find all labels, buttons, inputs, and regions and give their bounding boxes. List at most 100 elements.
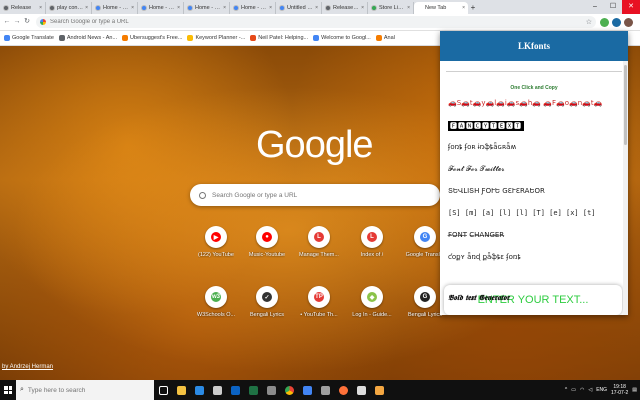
popup-scrollbar[interactable] [623,61,628,315]
close-tab-icon[interactable]: × [223,5,226,11]
vscode-icon[interactable] [190,380,208,400]
google-icon [40,19,46,25]
battery-icon[interactable]: ▭ [571,387,576,393]
font-style-item[interactable]: 🚗S🚗t🚗y🚗l🚗i🚗s🚗h🚗 🚗F🚗o🚗n🚗t🚗 [448,99,602,107]
tab-label: Store Listing [379,5,405,11]
bookmark-item[interactable]: Neil Patel: Helping... [250,35,308,41]
task-view-icon[interactable] [154,380,172,400]
font-style-item[interactable]: F̶O̶N̶T̶ C̶H̶A̶N̶G̶E̶R̶ [448,231,504,239]
browser-tab[interactable]: Untitled do × [276,2,322,14]
new-tab-button[interactable]: + [468,2,478,14]
shortcut-tile[interactable]: TP • YouTube Th... [293,286,345,318]
firefox-icon[interactable] [334,380,352,400]
scrollbar-thumb[interactable] [624,65,627,145]
wifi-icon[interactable]: ◠ [580,387,584,393]
back-icon[interactable]: ← [2,16,12,28]
browser-tab[interactable]: Home - Co × [138,2,184,14]
close-tab-icon[interactable]: × [462,5,465,11]
bookmark-star-icon[interactable]: ☆ [586,18,592,26]
bookmark-favicon [58,35,65,41]
shortcut-label: Google Transl... [405,252,445,258]
clock-date: 17-07-2 [611,390,629,396]
close-tab-icon[interactable]: × [407,5,410,11]
app-icon[interactable] [316,380,334,400]
mail-icon[interactable] [226,380,244,400]
app-icon[interactable] [262,380,280,400]
bookmark-item[interactable]: Android News - An... [58,35,117,41]
bold-text-generator-link[interactable]: 𝕭𝖔𝖑𝖉 𝖙𝖊𝖝𝖙 𝕲𝖊𝖓𝖊𝖗𝖆𝖙𝖔𝖗 [448,293,509,303]
browser-tab[interactable]: Home - Co × [184,2,230,14]
forward-icon[interactable]: → [12,16,22,28]
tab-favicon [279,5,285,11]
notification-icon[interactable]: ▤ [632,387,637,393]
shortcut-tile[interactable]: ▶ (122) YouTube [190,226,242,258]
bookmark-item[interactable]: Keyword Planner -... [187,35,245,41]
tab-favicon [371,5,377,11]
close-tab-icon[interactable]: × [177,5,180,11]
bookmark-item[interactable]: Welcome to Googl... [313,35,371,41]
app-icon[interactable] [370,380,388,400]
photo-credit-link[interactable]: by Andrzej Herman [2,364,53,370]
shortcut-tile[interactable]: ◆ Log In - Guide... [346,286,398,318]
close-tab-icon[interactable]: × [269,5,272,11]
font-style-item[interactable]: [S] [m] [a] [l] [l] [T] [e] [x] [t] [448,209,596,217]
font-style-item[interactable]: 🅵🅰🅽🅲🆈🆃🅴🆇🆃 [448,121,524,131]
shortcut-tile[interactable]: ✓ Bengali Lyrics [241,286,293,318]
font-style-item[interactable]: ʄօռȶ ʄօʀ ɨռֆȶǟɢʀǟʍ [448,143,516,151]
store-icon[interactable] [208,380,226,400]
bookmark-label: Anal [383,35,395,41]
taskbar-search-input[interactable] [27,386,138,394]
excel-icon[interactable] [244,380,262,400]
font-style-item[interactable]: ƈօքʏ ǟռɖ քǟֆȶɛ ʄօռȶ [448,253,521,261]
shortcut-tile[interactable]: w3 W3Schools O... [190,286,242,318]
close-tab-icon[interactable]: × [361,5,364,11]
browser-tab[interactable]: Store Listing× [368,2,414,14]
volume-icon[interactable]: ◁ [588,387,592,393]
search-icon: ⌕ [20,386,24,393]
clock[interactable]: 19:18 17-07-2 [611,384,628,396]
chevron-up-icon[interactable]: ^ [565,387,567,393]
chrome-icon[interactable] [280,380,298,400]
taskbar-search[interactable]: ⌕ [16,380,154,400]
google-search-box[interactable] [190,184,440,206]
bookmark-item[interactable]: Ubersuggest's Free... [122,35,182,41]
browser-tab[interactable]: Home - Co × [230,2,276,14]
profile-avatar[interactable] [624,17,633,27]
shortcut-label: Music-Youtube [248,252,286,258]
browser-tab[interactable]: Home - Co × [92,2,138,14]
bookmark-favicon [250,35,257,41]
google-logo: Google [256,124,374,166]
language-indicator[interactable]: ENG [596,387,607,393]
browser-tab[interactable]: Release No × [322,2,368,14]
font-style-item[interactable]: 𝓕𝓸𝓷𝓽 𝓕𝓸𝓻 𝓣𝔀𝓲𝓽𝓽𝓮𝓻 [448,165,504,174]
file-explorer-icon[interactable] [172,380,190,400]
close-tab-icon[interactable]: × [131,5,134,11]
bookmark-item[interactable]: Anal [375,35,395,41]
app-icon[interactable] [352,380,370,400]
browser-tab[interactable]: New Tab × [414,2,468,14]
close-tab-icon[interactable]: × [315,5,318,11]
reload-icon[interactable]: ↻ [22,16,32,28]
bookmark-label: Neil Patel: Helping... [258,35,309,41]
lkfonts-extension-icon[interactable] [612,17,621,27]
close-tab-icon[interactable]: × [85,5,88,11]
google-search-input[interactable] [212,191,412,199]
close-icon[interactable]: ✕ [622,0,640,14]
minimize-icon[interactable]: – [586,0,604,14]
browser-tab[interactable]: Release × [0,2,46,14]
close-tab-icon[interactable]: × [39,5,42,11]
extension-icon[interactable] [600,17,609,27]
shortcut-tile[interactable]: L Manage Them... [293,226,345,258]
address-bar[interactable]: ☆ [36,16,596,28]
window-controls: – ☐ ✕ [586,0,640,14]
shortcut-tile[interactable]: ● Music-Youtube [241,226,293,258]
tab-favicon [233,5,239,11]
browser-tab[interactable]: play console× [46,2,92,14]
bookmark-item[interactable]: Google Translate [4,35,54,41]
font-style-item[interactable]: ՏԵՎԼIՏH ƑՕՒԵ GƐՒƐRAԵՕR [448,187,545,195]
start-button[interactable] [0,380,16,400]
maximize-icon[interactable]: ☐ [604,0,622,14]
address-input[interactable] [50,19,450,25]
app-icon[interactable] [298,380,316,400]
shortcut-tile[interactable]: L Index of / [346,226,398,258]
